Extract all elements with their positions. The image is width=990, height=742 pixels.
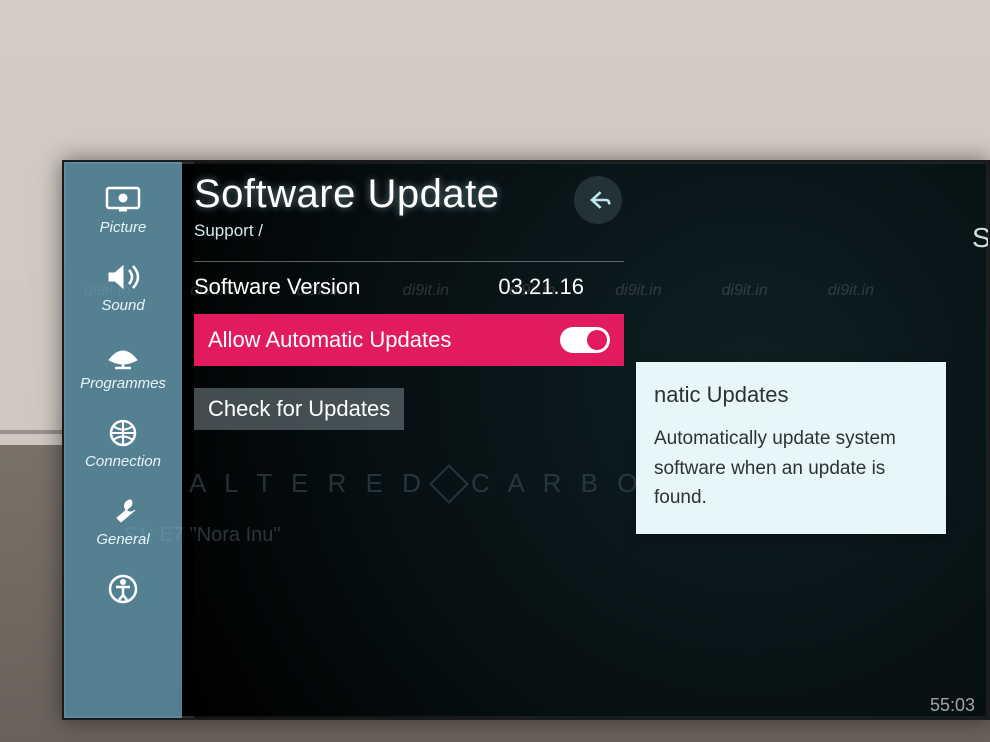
auto-updates-toggle[interactable] bbox=[560, 327, 610, 353]
auto-updates-label: Allow Automatic Updates bbox=[208, 327, 451, 353]
breadcrumb: Support / bbox=[194, 221, 644, 241]
tv-screen: di9it.in di9it.in di9it.in di9it.in di9i… bbox=[62, 160, 990, 720]
sidebar-item-label: General bbox=[96, 531, 149, 548]
wrench-icon bbox=[102, 494, 144, 528]
version-value: 03.21.16 bbox=[498, 274, 584, 300]
check-updates-button[interactable]: Check for Updates bbox=[194, 388, 404, 430]
clock-partial: 55:03 bbox=[930, 695, 982, 716]
sidebar-item-general[interactable]: General bbox=[64, 486, 182, 558]
sidebar-item-sound[interactable]: Sound bbox=[64, 252, 182, 324]
picture-icon bbox=[102, 182, 144, 216]
sidebar-item-label: Connection bbox=[85, 453, 161, 470]
software-version-row[interactable]: Software Version 03.21.16 bbox=[194, 274, 584, 300]
hex-icon bbox=[429, 464, 469, 504]
tooltip-title: natic Updates bbox=[654, 378, 928, 412]
sidebar-item-label: Sound bbox=[101, 297, 144, 314]
help-tooltip: natic Updates Automatically update syste… bbox=[636, 362, 946, 534]
tooltip-body: Automatically update system software whe… bbox=[654, 424, 928, 512]
sidebar-item-connection[interactable]: Connection bbox=[64, 408, 182, 480]
connection-icon bbox=[102, 416, 144, 450]
toggle-knob bbox=[587, 330, 607, 350]
back-icon bbox=[585, 187, 611, 213]
back-button[interactable] bbox=[574, 176, 622, 224]
sidebar-item-picture[interactable]: Picture bbox=[64, 174, 182, 246]
sidebar-item-label: Picture bbox=[100, 219, 147, 236]
background-show-title: A L T E R E D C A R B O N bbox=[189, 468, 681, 499]
right-cut-letter: S bbox=[972, 222, 988, 254]
check-updates-label: Check for Updates bbox=[208, 396, 390, 421]
settings-sidebar: Picture Sound Programmes Connection Gene… bbox=[64, 162, 182, 718]
sidebar-item-accessibility[interactable] bbox=[64, 564, 182, 609]
version-label: Software Version bbox=[194, 274, 360, 300]
accessibility-icon bbox=[102, 572, 144, 606]
watermark-text: di9it.in bbox=[828, 282, 874, 300]
watermark-text: di9it.in bbox=[722, 282, 768, 300]
satellite-icon bbox=[102, 338, 144, 372]
divider bbox=[194, 261, 624, 262]
sidebar-item-label: Programmes bbox=[80, 375, 166, 392]
auto-updates-row[interactable]: Allow Automatic Updates bbox=[194, 314, 624, 366]
sidebar-item-programmes[interactable]: Programmes bbox=[64, 330, 182, 402]
sound-icon bbox=[102, 260, 144, 294]
show-title-a: A L T E R E D bbox=[189, 468, 427, 499]
